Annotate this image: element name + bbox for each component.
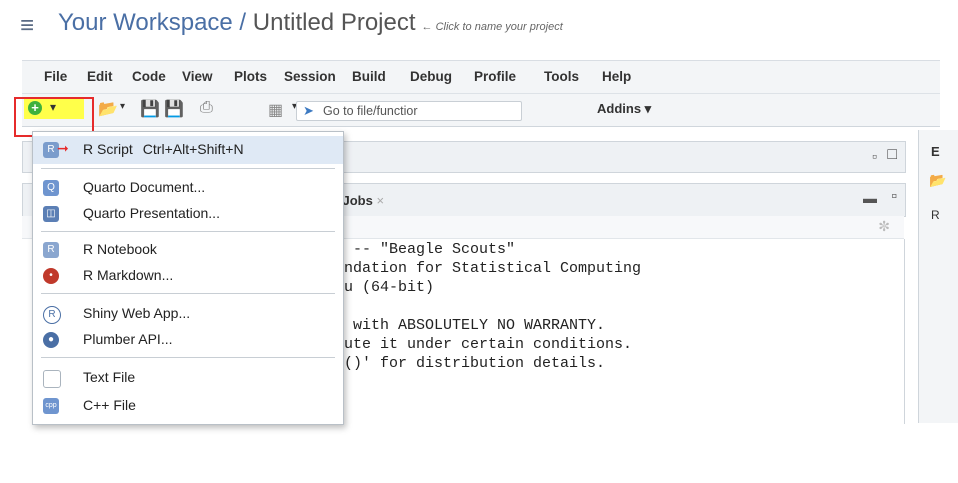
restore-console-icon[interactable]: ▫ <box>891 188 897 206</box>
menu-item-plumber-api[interactable]: ● Plumber API... <box>33 326 343 354</box>
menu-tools[interactable]: Tools <box>544 69 579 84</box>
console-line: oundation for Statistical Computing <box>326 260 642 277</box>
restore-pane-icon[interactable]: ▫ <box>872 148 877 164</box>
menu-item-r-markdown[interactable]: • R Markdown... <box>33 262 343 290</box>
project-name[interactable]: Untitled Project <box>253 9 416 36</box>
menu-session[interactable]: Session <box>284 69 336 84</box>
save-icon[interactable]: 💾 <box>140 99 160 119</box>
load-workspace-icon[interactable]: 📂 <box>929 172 946 189</box>
close-tab-icon[interactable]: × <box>376 193 384 208</box>
quarto-presentation-icon: ◫ <box>43 206 59 222</box>
menu-divider <box>41 168 335 169</box>
project-name-hint: ← Click to name your project <box>421 21 563 33</box>
plumber-icon: ● <box>43 332 59 348</box>
goto-file-input[interactable]: ➤ Go to file/functior <box>296 101 522 121</box>
addins-menu[interactable]: Addins ▾ <box>597 101 651 117</box>
shiny-icon: R <box>43 306 61 324</box>
menu-plots[interactable]: Plots <box>234 69 267 84</box>
r-markdown-icon: • <box>43 268 59 284</box>
r-notebook-icon: R <box>43 242 59 258</box>
menu-divider <box>41 231 335 232</box>
console-text: 5) -- "Beagle Scouts" oundation for Stat… <box>326 240 641 373</box>
menu-view[interactable]: View <box>182 69 213 84</box>
r-script-shortcut: Ctrl+Alt+Shift+N <box>142 141 244 157</box>
menu-item-shiny-web-app[interactable]: R Shiny Web App... <box>33 300 343 328</box>
console-line: ibute it under certain conditions. <box>326 336 633 353</box>
red-arrow-icon: ➞ <box>57 140 69 156</box>
environment-tab[interactable]: E <box>931 144 940 159</box>
menu-item-text-file[interactable]: Text File <box>33 364 343 392</box>
console-line: es with ABSOLUTELY NO WARRANTY. <box>326 317 606 334</box>
hamburger-menu-icon[interactable]: ≡ <box>20 14 34 38</box>
clear-console-icon[interactable]: ✼ <box>878 218 890 235</box>
menu-divider <box>41 357 335 358</box>
console-line: 5) -- "Beagle Scouts" <box>326 241 516 258</box>
open-file-icon[interactable]: 📂 <box>98 99 118 119</box>
goto-placeholder: Go to file/functior <box>323 104 418 118</box>
grid-layout-icon[interactable]: ▦ <box>268 100 283 120</box>
menu-file[interactable]: File <box>44 69 67 84</box>
workspace-header: ≡ Your Workspace / Untitled Project ← Cli… <box>0 0 958 50</box>
open-dropdown-icon[interactable]: ▾ <box>120 101 125 112</box>
cpp-file-icon: cpp <box>43 398 59 414</box>
quarto-document-icon: Q <box>43 180 59 196</box>
quarto-document-label: Quarto Document... <box>83 179 206 195</box>
menu-bar: File Edit Code View Plots Session Build … <box>22 61 940 94</box>
menu-item-quarto-presentation[interactable]: ◫ Quarto Presentation... <box>33 200 343 228</box>
new-file-dropdown-menu: R ➞ R Script Ctrl+Alt+Shift+N Q Quarto Do… <box>32 131 344 425</box>
print-icon[interactable]: ⎙ <box>200 99 213 117</box>
menu-code[interactable]: Code <box>132 69 166 84</box>
quarto-presentation-label: Quarto Presentation... <box>83 205 220 221</box>
r-script-text: R Script <box>83 141 133 157</box>
text-file-label: Text File <box>83 369 136 385</box>
breadcrumb-separator: / <box>232 9 253 36</box>
menu-debug[interactable]: Debug <box>410 69 452 84</box>
menu-item-r-notebook[interactable]: R R Notebook <box>33 236 343 264</box>
shiny-web-app-label: Shiny Web App... <box>83 305 191 321</box>
workspace-title: Your Workspace / Untitled Project ← Click… <box>58 9 563 37</box>
menu-item-cpp-file[interactable]: cpp C++ File <box>33 392 343 420</box>
save-all-icon[interactable]: 💾 <box>164 99 184 119</box>
environment-pane: E 📂 R <box>918 130 958 423</box>
text-file-icon <box>43 370 61 388</box>
r-markdown-label: R Markdown... <box>83 267 174 283</box>
menu-item-quarto-document[interactable]: Q Quarto Document... <box>33 174 343 202</box>
menu-build[interactable]: Build <box>352 69 386 84</box>
r-env-label: R <box>931 208 940 222</box>
r-notebook-label: R Notebook <box>83 241 157 257</box>
menu-item-r-script[interactable]: R ➞ R Script Ctrl+Alt+Shift+N <box>33 136 343 164</box>
workspace-link[interactable]: Your Workspace <box>58 9 233 36</box>
goto-arrow-icon: ➤ <box>303 103 314 118</box>
menu-edit[interactable]: Edit <box>87 69 113 84</box>
menu-help[interactable]: Help <box>602 69 631 84</box>
r-script-label: R Script Ctrl+Alt+Shift+N <box>83 141 244 157</box>
addins-label: Addins <box>597 101 642 116</box>
menu-divider <box>41 293 335 294</box>
plumber-api-label: Plumber API... <box>83 331 173 347</box>
maximize-pane-icon[interactable]: □ <box>887 146 897 164</box>
cpp-file-label: C++ File <box>83 397 136 413</box>
minimize-console-icon[interactable]: ▬ <box>863 190 877 206</box>
console-line: :e()' for distribution details. <box>326 355 606 372</box>
menu-profile[interactable]: Profile <box>474 69 516 84</box>
